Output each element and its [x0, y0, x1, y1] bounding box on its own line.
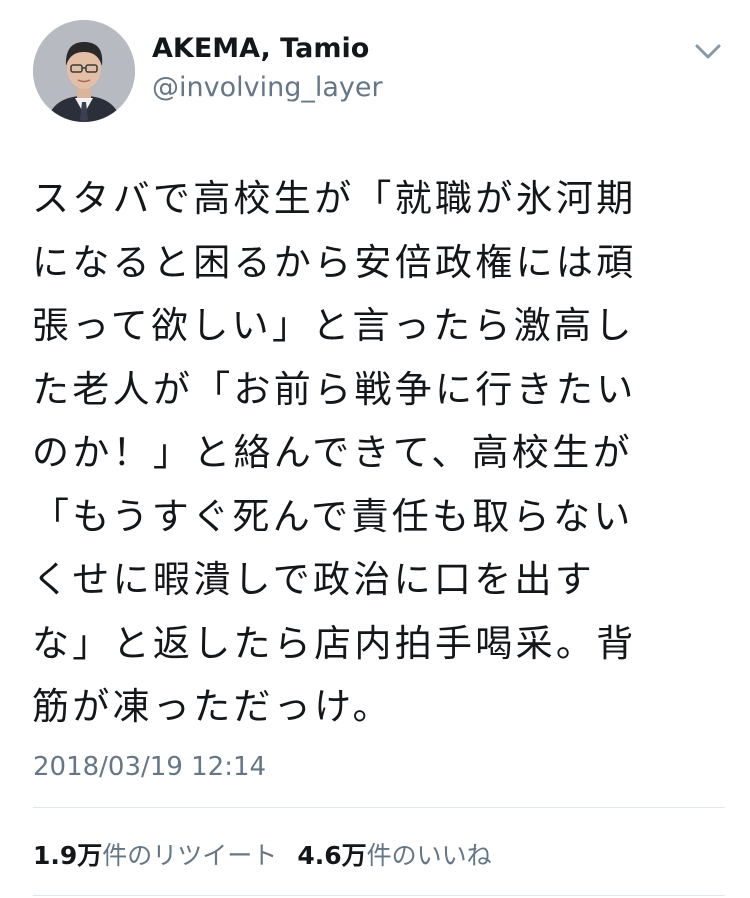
tweet-text-line: な」と返したら店内拍手喝采。背	[32, 621, 637, 665]
tweet-text-line: のか！」と絡んできて、高校生が	[32, 431, 633, 474]
tweet-text: スタバで高校生が「就職が氷河期 になると困るから安倍政権には頑 張って欲しい」と…	[32, 167, 722, 739]
profile-photo-icon	[33, 20, 135, 122]
tweet-text-line: スタバで高校生が「就職が氷河期	[32, 177, 637, 220]
tweet-stats: 1.9万 件のリツイート 4.6万 件のいいね	[33, 836, 492, 872]
likes-stat[interactable]: 4.6万 件のいいね	[297, 836, 491, 872]
tweet-text-line: になると困るから安倍政権には頑	[32, 240, 637, 284]
likes-label: 件のいいね	[366, 841, 492, 870]
avatar[interactable]	[33, 20, 135, 122]
likes-count: 4.6万	[297, 841, 367, 870]
divider	[33, 895, 725, 896]
tweet-timestamp[interactable]: 2018/03/19 12:14	[33, 752, 266, 782]
retweets-stat[interactable]: 1.9万 件のリツイート	[33, 836, 277, 872]
tweet-text-line: くせに暇潰しで政治に口を出す	[32, 558, 596, 601]
tweet-text-line: 筋が凍っただっけ。	[32, 685, 393, 728]
author-handle[interactable]: @involving_layer	[152, 72, 383, 103]
retweets-label: 件のリツイート	[102, 841, 278, 870]
tweet-text-line: 「もうすぐ死んで責任も取らない	[32, 494, 634, 538]
retweets-count: 1.9万	[33, 841, 103, 870]
tweet-text-line: 張って欲しい」と言ったら激高し	[32, 304, 635, 347]
tweet-card: AKEMA, Tamio @involving_layer スタバで高校生が「就…	[0, 0, 750, 898]
author-display-name[interactable]: AKEMA, Tamio	[152, 33, 369, 64]
chevron-down-icon[interactable]	[690, 36, 726, 66]
tweet-text-line: た老人が「お前ら戦争に行きたい	[32, 367, 637, 411]
divider	[33, 807, 725, 808]
